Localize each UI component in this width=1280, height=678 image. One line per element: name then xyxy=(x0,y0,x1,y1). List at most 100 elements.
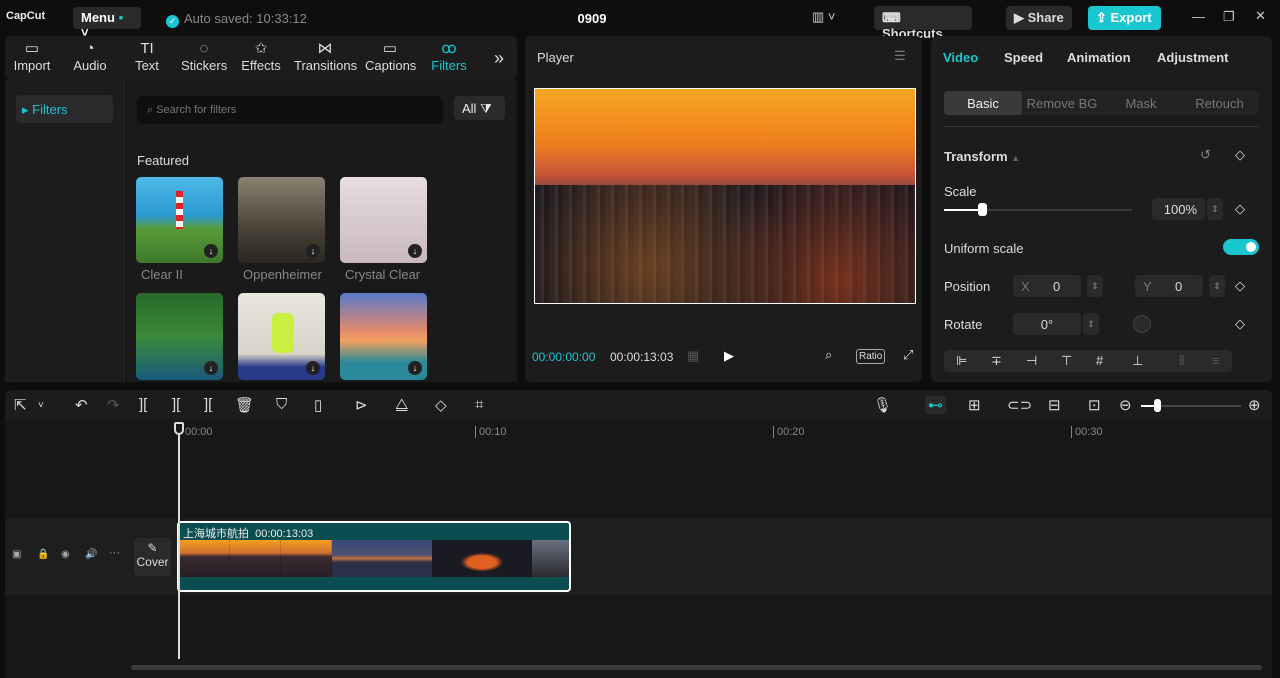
video-preview[interactable] xyxy=(534,88,916,304)
layout-icon[interactable]: ▥ ˅ xyxy=(812,9,836,25)
fullscreen-icon[interactable]: ⤢ xyxy=(903,347,913,363)
filter-thumb[interactable]: ↓ xyxy=(136,293,223,380)
search-input[interactable]: ⌕ Search for filters xyxy=(137,96,443,124)
tab-filters[interactable]: ꝏ Filters xyxy=(429,40,469,73)
chevron-down-icon[interactable]: ˅ xyxy=(38,400,44,411)
tab-stickers[interactable]: ◌ Stickers xyxy=(181,40,227,73)
align-center-v-icon[interactable]: # xyxy=(1096,353,1103,368)
undo-icon[interactable]: ↶ xyxy=(75,396,88,414)
keyframe-icon[interactable]: ◇ xyxy=(1235,147,1245,163)
keyframe-icon[interactable]: ◇ xyxy=(1235,201,1245,217)
rotate-icon[interactable]: ◇ xyxy=(435,396,447,414)
filter-thumb[interactable]: ↓ xyxy=(238,293,325,380)
subtab-retouch[interactable]: Retouch xyxy=(1180,91,1259,115)
play-button[interactable]: ▶ xyxy=(724,348,734,364)
cover-button[interactable]: ✎ Cover xyxy=(134,538,171,576)
download-icon[interactable]: ↓ xyxy=(306,244,320,258)
align-top-icon[interactable]: ⊤ xyxy=(1061,353,1072,369)
filter-thumb[interactable]: ↓ xyxy=(340,293,427,380)
tab-import[interactable]: ▭ Import xyxy=(12,40,52,73)
rotate-stepper[interactable]: ⇕ xyxy=(1083,313,1099,335)
align-right-icon[interactable]: ⊣ xyxy=(1026,353,1037,369)
timeline-grid-icon[interactable]: ▦ xyxy=(687,348,699,364)
download-icon[interactable]: ↓ xyxy=(306,361,320,375)
reset-icon[interactable]: ↺ xyxy=(1200,147,1211,163)
track-video-icon[interactable]: ▣ xyxy=(12,549,21,560)
tab-animation[interactable]: Animation xyxy=(1067,50,1131,65)
eye-icon[interactable]: ◉ xyxy=(61,549,70,560)
audio-icon[interactable]: 🔊 xyxy=(85,549,97,560)
position-y-stepper[interactable]: ⇕ xyxy=(1209,275,1225,297)
distribute-v-icon[interactable]: ≡ xyxy=(1212,353,1220,368)
link-icon[interactable]: ⊂⊃ xyxy=(1007,396,1032,414)
tab-speed[interactable]: Speed xyxy=(1004,50,1043,65)
more-icon[interactable]: ··· xyxy=(109,547,120,559)
split-left-icon[interactable]: ][ xyxy=(172,396,180,413)
fit-timeline-icon[interactable]: ⊡ xyxy=(1088,396,1101,414)
reverse-icon[interactable]: ⊳ xyxy=(355,396,368,414)
delete-icon[interactable]: 🗑 xyxy=(235,396,254,414)
minimize-button[interactable]: — xyxy=(1192,9,1205,24)
freeze-icon[interactable]: ▯ xyxy=(314,396,322,414)
redo-icon[interactable]: ↷ xyxy=(107,396,120,414)
mirror-icon[interactable]: ⧋ xyxy=(395,396,408,413)
subtab-mask[interactable]: Mask xyxy=(1102,91,1180,115)
player-menu-icon[interactable]: ☰ xyxy=(894,48,906,64)
auto-snap-icon[interactable]: ⊞ xyxy=(968,396,981,414)
crop-icon[interactable]: ⌗ xyxy=(475,396,483,413)
keyframe-icon[interactable]: ◇ xyxy=(1235,278,1245,294)
download-icon[interactable]: ↓ xyxy=(204,361,218,375)
tab-adjustment[interactable]: Adjustment xyxy=(1157,50,1229,65)
scale-slider[interactable] xyxy=(944,203,1132,216)
timeline-scrollbar[interactable] xyxy=(131,665,1262,670)
tab-text[interactable]: TI Text xyxy=(132,40,162,73)
export-button[interactable]: ⇪ Export xyxy=(1088,6,1161,30)
share-button[interactable]: ▶ Share xyxy=(1006,6,1072,30)
download-icon[interactable]: ↓ xyxy=(204,244,218,258)
main-track-magnet-icon[interactable]: ⊷ xyxy=(925,396,946,414)
subtab-basic[interactable]: Basic xyxy=(944,91,1022,115)
tab-transitions[interactable]: ⋈ Transitions xyxy=(294,40,357,73)
filter-thumb-crystal-clear[interactable]: ↓ xyxy=(340,177,427,263)
lock-icon[interactable]: 🔒 xyxy=(37,549,49,560)
split-right-icon[interactable]: ][ xyxy=(204,396,212,413)
tab-captions[interactable]: ▭ Captions xyxy=(365,40,416,73)
zoom-out-icon[interactable]: ⊖ xyxy=(1119,396,1132,414)
tab-audio[interactable]: ◔ Audio xyxy=(70,40,110,73)
scale-stepper[interactable]: ⇕ xyxy=(1207,198,1223,220)
uniform-scale-toggle[interactable] xyxy=(1223,239,1259,255)
filter-all-button[interactable]: All ⧩ xyxy=(454,96,505,120)
preview-axis-icon[interactable]: ⊟ xyxy=(1048,396,1061,414)
more-tabs-icon[interactable]: » xyxy=(494,48,504,69)
filter-thumb-clear-ii[interactable]: ↓ xyxy=(136,177,223,263)
shortcuts-button[interactable]: ⌨ Shortcuts xyxy=(874,6,972,41)
position-x-input[interactable]: X0 xyxy=(1013,275,1081,297)
keyframe-icon[interactable]: ◇ xyxy=(1235,316,1245,332)
microphone-icon[interactable]: 🎙 xyxy=(873,396,892,414)
tab-video[interactable]: Video xyxy=(943,50,978,65)
restore-button[interactable]: ❐ xyxy=(1223,9,1235,25)
select-tool-icon[interactable]: ⇱ xyxy=(14,396,27,414)
section-transform[interactable]: Transform ▲ xyxy=(944,149,1020,164)
marker-icon[interactable]: ⛉ xyxy=(276,396,287,413)
zoom-slider[interactable] xyxy=(1141,399,1241,412)
zoom-slider-handle[interactable] xyxy=(1154,399,1161,412)
tab-effects[interactable]: ✩ Effects xyxy=(241,40,281,73)
scale-input[interactable]: 100% xyxy=(1152,198,1205,220)
align-bottom-icon[interactable]: ⊥ xyxy=(1132,353,1143,369)
close-button[interactable]: ✕ xyxy=(1255,8,1266,24)
rotate-input[interactable]: 0° xyxy=(1013,313,1081,335)
rotate-dial[interactable] xyxy=(1133,315,1151,333)
download-icon[interactable]: ↓ xyxy=(408,244,422,258)
video-clip[interactable]: 上海城市航拍 00:00:13:03 xyxy=(177,521,571,592)
playhead-handle[interactable] xyxy=(174,422,184,435)
distribute-h-icon[interactable]: ⫴ xyxy=(1179,353,1184,369)
zoom-fit-icon[interactable]: ⌕ xyxy=(825,347,832,363)
ratio-button[interactable]: Ratio xyxy=(856,349,886,364)
zoom-in-icon[interactable]: ⊕ xyxy=(1248,396,1261,414)
scale-slider-handle[interactable] xyxy=(977,203,987,216)
align-left-icon[interactable]: ⊫ xyxy=(956,353,967,369)
playhead[interactable] xyxy=(174,422,184,659)
sidebar-item-filters[interactable]: ▸ Filters xyxy=(16,95,113,123)
filter-thumb-oppenheimer[interactable]: ↓ xyxy=(238,177,325,263)
